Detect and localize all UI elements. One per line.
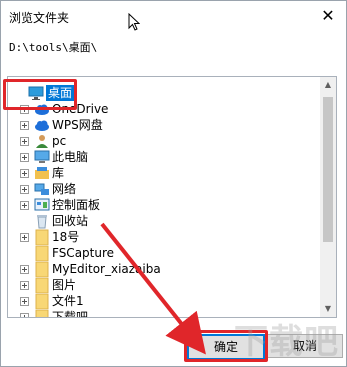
annotation-arrow [100, 222, 206, 355]
watermark: 下载吧 [234, 322, 339, 362]
